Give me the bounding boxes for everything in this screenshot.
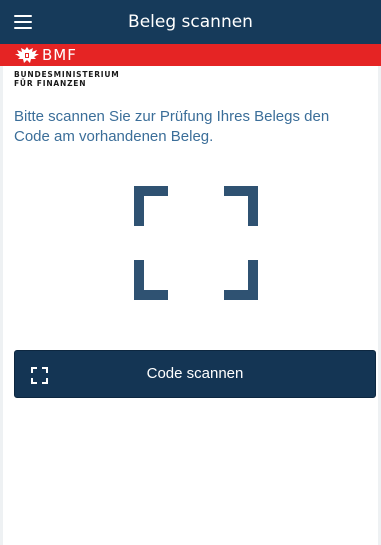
- scan-frame-icon: [134, 186, 258, 300]
- instruction-text: Bitte scannen Sie zur Prüfung Ihres Bele…: [14, 108, 330, 145]
- brand-bar: BMF: [0, 44, 381, 66]
- ministry-line-1: BUNDESMINISTERIUM: [14, 70, 120, 79]
- hamburger-menu-icon: [14, 15, 32, 17]
- brand-abbreviation: BMF: [42, 46, 77, 64]
- app-header: Beleg scannen: [0, 0, 381, 44]
- ministry-name: BUNDESMINISTERIUM FÜR FINANZEN: [14, 70, 120, 88]
- hamburger-menu-icon-bar: [14, 21, 32, 23]
- page-title: Beleg scannen: [128, 12, 253, 32]
- app-screen: Beleg scannen BMF BUNDESMINISTERIUM FÜR …: [0, 0, 381, 545]
- code-scan-button[interactable]: Code scannen: [14, 350, 376, 398]
- menu-button[interactable]: [0, 0, 44, 44]
- scan-button-label: Code scannen: [146, 365, 244, 382]
- federal-eagle-icon: [15, 47, 39, 63]
- hamburger-menu-icon-bar: [14, 27, 32, 29]
- ministry-line-2: FÜR FINANZEN: [14, 79, 87, 88]
- left-edge-shadow: [0, 0, 3, 545]
